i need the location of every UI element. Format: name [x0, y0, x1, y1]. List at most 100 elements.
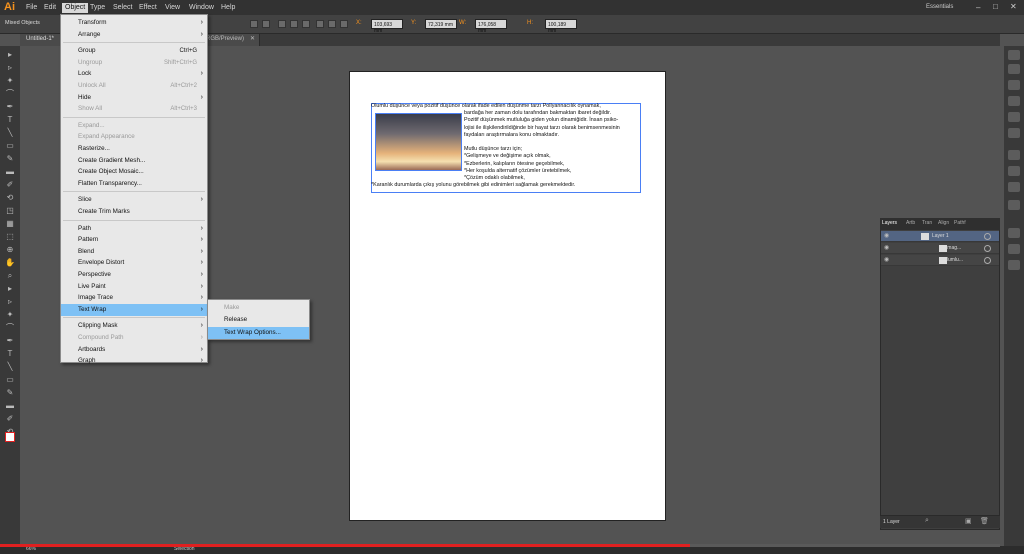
submenu-item-release[interactable]: Release: [208, 314, 309, 326]
menu-item-artboards[interactable]: Artboards ›: [61, 344, 207, 356]
panel-7-icon[interactable]: [1008, 166, 1020, 176]
field-input-0[interactable]: 103,693 mm: [371, 19, 403, 34]
submenu-item-make[interactable]: Make: [208, 302, 309, 314]
menu-item-graph[interactable]: Graph ›: [61, 355, 207, 367]
menu-help[interactable]: Help: [221, 4, 235, 11]
menu-item-blend[interactable]: Blend ›: [61, 246, 207, 258]
tool-10-icon[interactable]: ✐: [5, 180, 15, 189]
menu-item-lock[interactable]: Lock ›: [61, 68, 207, 80]
menu-file[interactable]: File: [26, 4, 37, 11]
tool-27-icon[interactable]: ▬: [5, 401, 15, 410]
menu-edit[interactable]: Edit: [44, 4, 56, 11]
tool-15-icon[interactable]: ⊕: [5, 245, 15, 254]
panel-5-icon[interactable]: [1008, 128, 1020, 138]
panel-8-icon[interactable]: [1008, 182, 1020, 192]
menu-item-path[interactable]: Path ›: [61, 223, 207, 235]
tool-22-icon[interactable]: ✒: [5, 336, 15, 345]
tool-16-icon[interactable]: ✋: [5, 258, 15, 267]
menu-effect[interactable]: Effect: [139, 4, 157, 11]
tool-11-icon[interactable]: ⟲: [5, 193, 15, 202]
target-icon[interactable]: [984, 233, 991, 240]
control-icon-5[interactable]: [316, 20, 324, 28]
menu-type[interactable]: Type: [90, 4, 105, 11]
tool-4-icon[interactable]: ✒: [5, 102, 15, 111]
panel-4-icon[interactable]: [1008, 112, 1020, 122]
menu-item-expand-appearance[interactable]: Expand Appearance: [61, 131, 207, 143]
tool-25-icon[interactable]: ▭: [5, 375, 15, 384]
target-icon[interactable]: [984, 257, 991, 264]
menu-item-show-all[interactable]: Show All Alt+Ctrl+3: [61, 103, 207, 115]
control-icon-6[interactable]: [328, 20, 336, 28]
tool-21-icon[interactable]: ⌒: [5, 323, 15, 332]
menu-item-live-paint[interactable]: Live Paint ›: [61, 281, 207, 293]
menu-item-create-trim-marks[interactable]: Create Trim Marks: [61, 206, 207, 218]
control-icon-4[interactable]: [302, 20, 310, 28]
maximize-button[interactable]: □: [993, 2, 998, 11]
delete-layer-icon[interactable]: 🗑: [980, 517, 989, 525]
tool-6-icon[interactable]: ╲: [5, 128, 15, 137]
panel-tab-0[interactable]: Layers: [882, 220, 897, 226]
new-layer-icon[interactable]: ▣: [965, 517, 972, 525]
menu-item-group[interactable]: Group Ctrl+G: [61, 45, 207, 57]
tool-18-icon[interactable]: ▸: [5, 284, 15, 293]
close-tab-icon[interactable]: ✕: [250, 35, 255, 42]
panel-9-icon[interactable]: [1008, 200, 1020, 210]
tool-14-icon[interactable]: ⬚: [5, 232, 15, 241]
target-icon[interactable]: [984, 245, 991, 252]
tool-28-icon[interactable]: ✐: [5, 414, 15, 423]
layer-row[interactable]: ◉ <Imag...: [881, 243, 999, 254]
layer-row[interactable]: ◉ Olumlu...: [881, 255, 999, 266]
fill-color-swatch[interactable]: [5, 432, 15, 442]
menu-item-flatten-transparency[interactable]: Flatten Transparency...: [61, 178, 207, 190]
eye-icon[interactable]: ◉: [884, 243, 889, 254]
control-icon-3[interactable]: [290, 20, 298, 28]
menu-item-create-object-mosaic[interactable]: Create Object Mosaic...: [61, 166, 207, 178]
panel-12-icon[interactable]: [1008, 260, 1020, 270]
minimize-button[interactable]: –: [976, 3, 980, 12]
tool-17-icon[interactable]: ⌕: [5, 271, 15, 280]
menu-item-unlock-all[interactable]: Unlock All Alt+Ctrl+2: [61, 80, 207, 92]
menu-item-create-gradient-mesh[interactable]: Create Gradient Mesh...: [61, 155, 207, 167]
control-icon-0[interactable]: [250, 20, 258, 28]
panel-6-icon[interactable]: [1008, 150, 1020, 160]
tool-23-icon[interactable]: T: [5, 349, 15, 358]
panel-1-icon[interactable]: [1008, 64, 1020, 74]
panel-tab-2[interactable]: Tran: [922, 220, 932, 226]
menu-item-expand[interactable]: Expand...: [61, 120, 207, 132]
tool-13-icon[interactable]: ▦: [5, 219, 15, 228]
tool-20-icon[interactable]: ✦: [5, 310, 15, 319]
menu-item-perspective[interactable]: Perspective ›: [61, 269, 207, 281]
tool-9-icon[interactable]: ▬: [5, 167, 15, 176]
tool-3-icon[interactable]: ⌒: [5, 89, 15, 98]
panel-2-icon[interactable]: [1008, 80, 1020, 90]
tool-2-icon[interactable]: ✦: [5, 76, 15, 85]
control-icon-2[interactable]: [278, 20, 286, 28]
menu-item-envelope-distort[interactable]: Envelope Distort ›: [61, 257, 207, 269]
tool-7-icon[interactable]: ▭: [5, 141, 15, 150]
menu-item-ungroup[interactable]: Ungroup Shift+Ctrl+G: [61, 57, 207, 69]
tool-24-icon[interactable]: ╲: [5, 362, 15, 371]
control-icon-7[interactable]: [340, 20, 348, 28]
tool-26-icon[interactable]: ✎: [5, 388, 15, 397]
panel-3-icon[interactable]: [1008, 96, 1020, 106]
close-button[interactable]: ✕: [1010, 2, 1017, 11]
panel-tab-3[interactable]: Align: [938, 220, 949, 226]
menu-select[interactable]: Select: [113, 4, 132, 11]
field-input-2[interactable]: 176,058 mm: [475, 19, 507, 34]
menu-item-compound-path[interactable]: Compound Path ›: [61, 332, 207, 344]
menu-item-image-trace[interactable]: Image Trace ›: [61, 292, 207, 304]
menu-object[interactable]: Object: [62, 3, 89, 13]
menu-item-arrange[interactable]: Arrange ›: [61, 29, 207, 41]
document-text[interactable]: Olumlu düşünce veya pozitif düşünce olar…: [371, 103, 651, 189]
tool-8-icon[interactable]: ✎: [5, 154, 15, 163]
field-input-3[interactable]: 100,189 mm: [545, 19, 577, 34]
tool-1-icon[interactable]: ▹: [5, 63, 15, 72]
menu-item-transform[interactable]: Transform ›: [61, 17, 207, 29]
menu-item-text-wrap[interactable]: Text Wrap ›: [61, 303, 207, 316]
panel-11-icon[interactable]: [1008, 244, 1020, 254]
panel-10-icon[interactable]: [1008, 228, 1020, 238]
search-icon[interactable]: ⌕: [925, 517, 929, 525]
control-icon-1[interactable]: [262, 20, 270, 28]
menu-item-hide[interactable]: Hide ›: [61, 92, 207, 104]
tool-12-icon[interactable]: ◳: [5, 206, 15, 215]
